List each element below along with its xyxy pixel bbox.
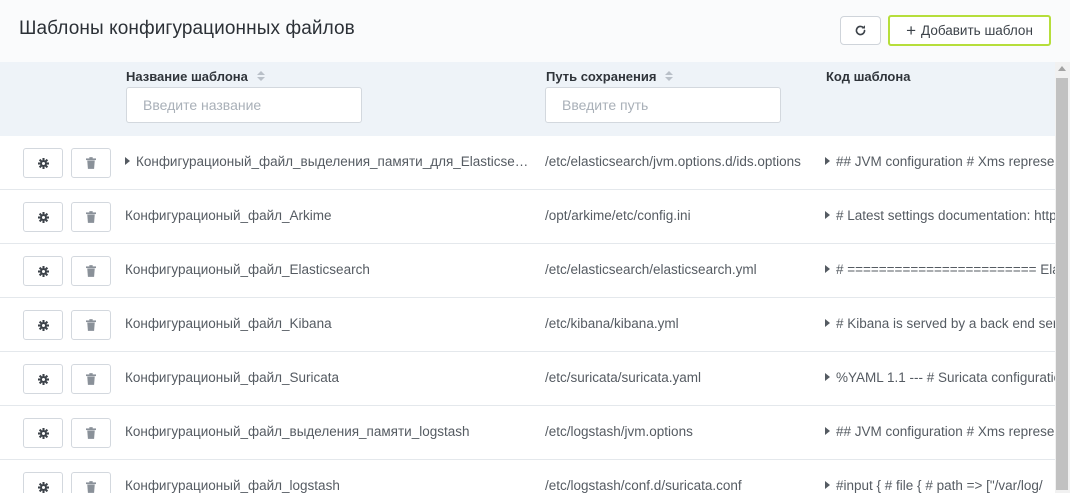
settings-button[interactable] bbox=[23, 472, 63, 493]
template-code[interactable]: # Kibana is served by a back end server bbox=[825, 316, 1055, 331]
template-name[interactable]: Конфигурационый_файл_Elasticsearch bbox=[125, 262, 535, 277]
gear-icon bbox=[37, 373, 49, 385]
table-header: Название шаблона Путь сохранения Код шаб… bbox=[0, 62, 1055, 136]
scroll-up-icon[interactable] bbox=[1058, 66, 1066, 71]
caret-right-icon[interactable] bbox=[825, 211, 830, 219]
settings-button[interactable] bbox=[23, 148, 63, 178]
template-path: /etc/suricata/suricata.yaml bbox=[545, 370, 702, 385]
template-name[interactable]: Конфигурационый_файл_Arkime bbox=[125, 208, 535, 223]
table-row[interactable]: Конфигурационый_файл_Kibana /etc/kibana/… bbox=[0, 298, 1055, 352]
template-path: /etc/kibana/kibana.yml bbox=[545, 316, 679, 331]
refresh-button[interactable] bbox=[840, 16, 881, 45]
delete-button[interactable] bbox=[71, 472, 111, 493]
scrollbar-thumb[interactable] bbox=[1056, 78, 1068, 490]
template-code[interactable]: %YAML 1.1 --- # Suricata configuration f… bbox=[825, 370, 1055, 385]
table-row[interactable]: Конфигурационый_файл_Arkime /opt/arkime/… bbox=[0, 190, 1055, 244]
trash-icon bbox=[86, 373, 96, 385]
caret-right-icon[interactable] bbox=[825, 373, 830, 381]
column-header-code-label: Код шаблона bbox=[826, 69, 911, 84]
template-name[interactable]: Конфигурационый_файл_выделения_памяти_lo… bbox=[125, 424, 535, 439]
settings-button[interactable] bbox=[23, 364, 63, 394]
template-name[interactable]: Конфигурационый_файл_Kibana bbox=[125, 316, 535, 331]
template-name[interactable]: Конфигурационый_файл_Suricata bbox=[125, 370, 535, 385]
table-row[interactable]: Конфигурационый_файл_выделения_памяти_lo… bbox=[0, 406, 1055, 460]
template-code[interactable]: # ======================== Elasticsearch bbox=[825, 262, 1055, 277]
caret-right-icon[interactable] bbox=[825, 157, 830, 165]
column-header-path[interactable]: Путь сохранения bbox=[546, 69, 674, 84]
caret-right-icon[interactable] bbox=[125, 157, 130, 165]
template-path: /etc/elasticsearch/jvm.options.d/ids.opt… bbox=[545, 154, 801, 169]
settings-button[interactable] bbox=[23, 202, 63, 232]
sort-icon[interactable] bbox=[665, 71, 674, 82]
column-header-name-label: Название шаблона bbox=[126, 69, 248, 84]
template-code[interactable]: ## JVM configuration # Xms represents bbox=[825, 424, 1055, 439]
table-row[interactable]: Конфигурационый_файл_выделения_памяти_дл… bbox=[0, 136, 1055, 190]
gear-icon bbox=[37, 211, 49, 223]
delete-button[interactable] bbox=[71, 148, 111, 178]
vertical-scrollbar[interactable] bbox=[1055, 62, 1070, 493]
column-header-path-label: Путь сохранения bbox=[546, 69, 657, 84]
template-name[interactable]: Конфигурационый_файл_выделения_памяти_дл… bbox=[125, 154, 535, 169]
template-name[interactable]: Конфигурационый_файл_logstash bbox=[125, 478, 535, 493]
gear-icon bbox=[37, 265, 49, 277]
settings-button[interactable] bbox=[23, 256, 63, 286]
add-template-label: Добавить шаблон bbox=[921, 23, 1033, 38]
settings-button[interactable] bbox=[23, 418, 63, 448]
add-template-button[interactable]: + Добавить шаблон bbox=[888, 15, 1051, 46]
page-title: Шаблоны конфигурационных файлов bbox=[19, 18, 355, 39]
trash-icon bbox=[86, 265, 96, 277]
delete-button[interactable] bbox=[71, 310, 111, 340]
gear-icon bbox=[37, 481, 49, 493]
trash-icon bbox=[86, 427, 96, 439]
trash-icon bbox=[86, 319, 96, 331]
trash-icon bbox=[86, 157, 96, 169]
trash-icon bbox=[86, 481, 96, 493]
delete-button[interactable] bbox=[71, 418, 111, 448]
template-path: /etc/logstash/conf.d/suricata.conf bbox=[545, 478, 742, 493]
gear-icon bbox=[37, 427, 49, 439]
refresh-icon bbox=[855, 25, 866, 36]
caret-right-icon[interactable] bbox=[825, 265, 830, 273]
table-row[interactable]: Конфигурационый_файл_Elasticsearch /etc/… bbox=[0, 244, 1055, 298]
gear-icon bbox=[37, 157, 49, 169]
template-path: /etc/elasticsearch/elasticsearch.yml bbox=[545, 262, 757, 277]
caret-right-icon[interactable] bbox=[825, 319, 830, 327]
trash-icon bbox=[86, 211, 96, 223]
template-code[interactable]: # Latest settings documentation: https:/… bbox=[825, 208, 1055, 223]
template-path: /opt/arkime/etc/config.ini bbox=[545, 208, 691, 223]
table-row[interactable]: Конфигурационый_файл_Suricata /etc/suric… bbox=[0, 352, 1055, 406]
column-header-code: Код шаблона bbox=[826, 69, 910, 84]
page-header: Шаблоны конфигурационных файлов + Добави… bbox=[0, 0, 1070, 62]
template-code[interactable]: #input { # file { # path => ["/var/log/ bbox=[825, 478, 1055, 493]
settings-button[interactable] bbox=[23, 310, 63, 340]
caret-right-icon[interactable] bbox=[825, 427, 830, 435]
caret-right-icon[interactable] bbox=[825, 481, 830, 489]
delete-button[interactable] bbox=[71, 256, 111, 286]
column-header-name[interactable]: Название шаблона bbox=[126, 69, 265, 84]
path-filter-input[interactable] bbox=[545, 87, 781, 123]
sort-icon[interactable] bbox=[256, 71, 265, 82]
plus-icon: + bbox=[906, 21, 917, 40]
name-filter-input[interactable] bbox=[126, 87, 362, 123]
table-row[interactable]: Конфигурационый_файл_logstash /etc/logst… bbox=[0, 460, 1055, 493]
templates-table-body: Конфигурационый_файл_выделения_памяти_дл… bbox=[0, 136, 1055, 493]
delete-button[interactable] bbox=[71, 364, 111, 394]
template-path: /etc/logstash/jvm.options bbox=[545, 424, 693, 439]
delete-button[interactable] bbox=[71, 202, 111, 232]
gear-icon bbox=[37, 319, 49, 331]
template-code[interactable]: ## JVM configuration # Xms represents th… bbox=[825, 154, 1055, 169]
